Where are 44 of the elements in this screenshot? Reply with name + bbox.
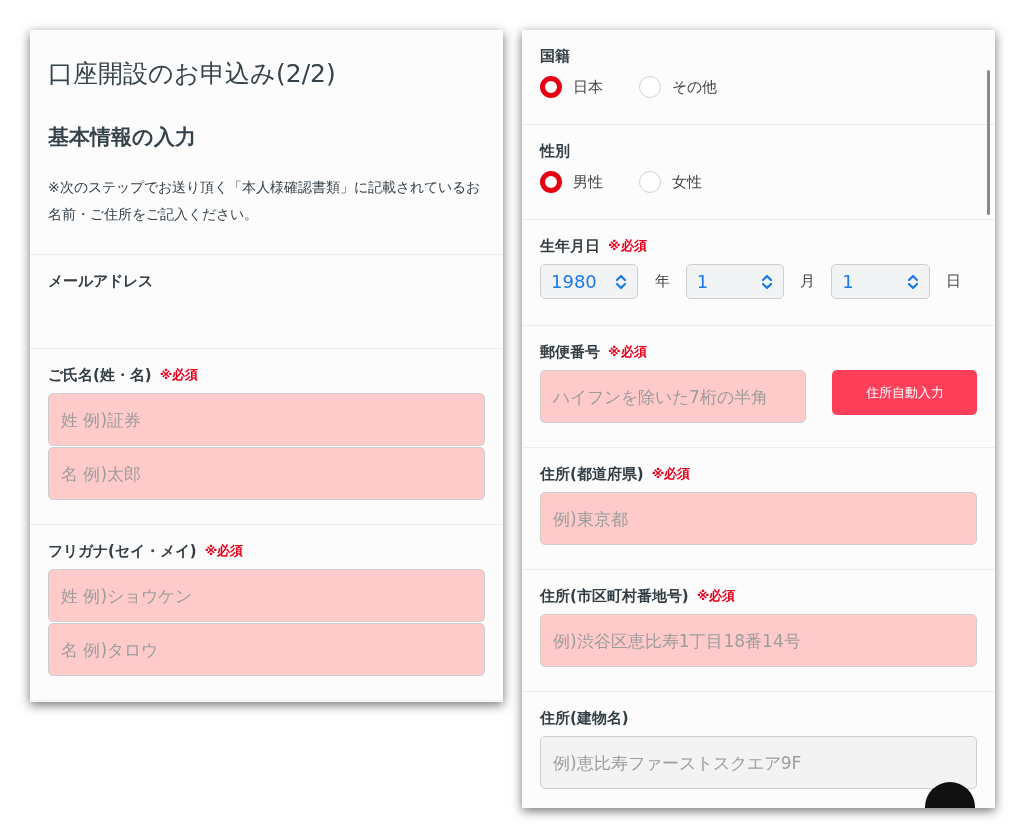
section-heading: 基本情報の入力 [48,124,197,151]
field-label: 国籍 [540,46,570,66]
instruction-note: ※次のステップでお送り頂く「本人様確認書類」に記載されているお名前・ご住所をご記入ください。 [48,178,481,224]
field-label: 住所(都道府県) [540,464,644,484]
field-label: 郵便番号 [540,342,600,362]
input-field[interactable]: 名 例)太郎 [48,447,485,500]
radio-button[interactable] [540,171,562,193]
input-field[interactable]: 名 例)タロウ [48,623,485,676]
field-label: 生年月日 [540,236,600,256]
required-mark: ※必須 [651,465,691,483]
field-label: 住所(建物名) [540,708,629,728]
required-mark: ※必須 [159,366,199,384]
input-field[interactable]: 例)恵比寿ファーストスクエア9F [540,736,977,789]
field-label: 住所(市区町村番地号) [540,586,689,606]
required-mark: ※必須 [608,237,647,255]
radio-button[interactable] [540,76,562,98]
input-field[interactable]: 姓 例)証券 [48,393,485,446]
input-field[interactable]: 姓 例)ショウケン [48,569,485,622]
input-field[interactable]: 例)東京都 [540,492,977,545]
scrollbar[interactable] [987,70,990,215]
page-title: 口座開設のお申込み(2/2) [48,58,337,90]
radio-label: 男性 [573,172,603,192]
radio-label: 女性 [672,172,702,192]
up-down-chevron-icon [906,273,919,290]
dropdown[interactable]: 1980 [540,264,639,299]
up-down-chevron-icon [615,273,628,290]
date-unit: 日 [944,272,962,291]
field-label: フリガナ(セイ・メイ) [48,541,197,561]
date-unit: 年 [653,272,671,291]
field-label: 性別 [540,141,570,161]
field-label: メールアドレス [48,271,153,291]
up-down-chevron-icon [761,273,773,290]
input-field[interactable]: ハイフンを除いた7桁の半角 [540,370,806,423]
dropdown[interactable]: 1 [685,264,784,299]
radio-label: 日本 [573,77,603,97]
date-unit: 月 [799,272,817,291]
radio-label: その他 [672,77,717,97]
dropdown[interactable]: 1 [831,264,930,299]
required-mark: ※必須 [608,343,647,361]
autofill-button[interactable]: 住所自動入力 [832,370,977,415]
input-field[interactable]: 例)渋谷区恵比寿1丁目18番14号 [540,614,977,667]
required-mark: ※必須 [204,542,244,560]
field-label: ご氏名(姓・名) [48,365,152,385]
required-mark: ※必須 [696,587,736,605]
